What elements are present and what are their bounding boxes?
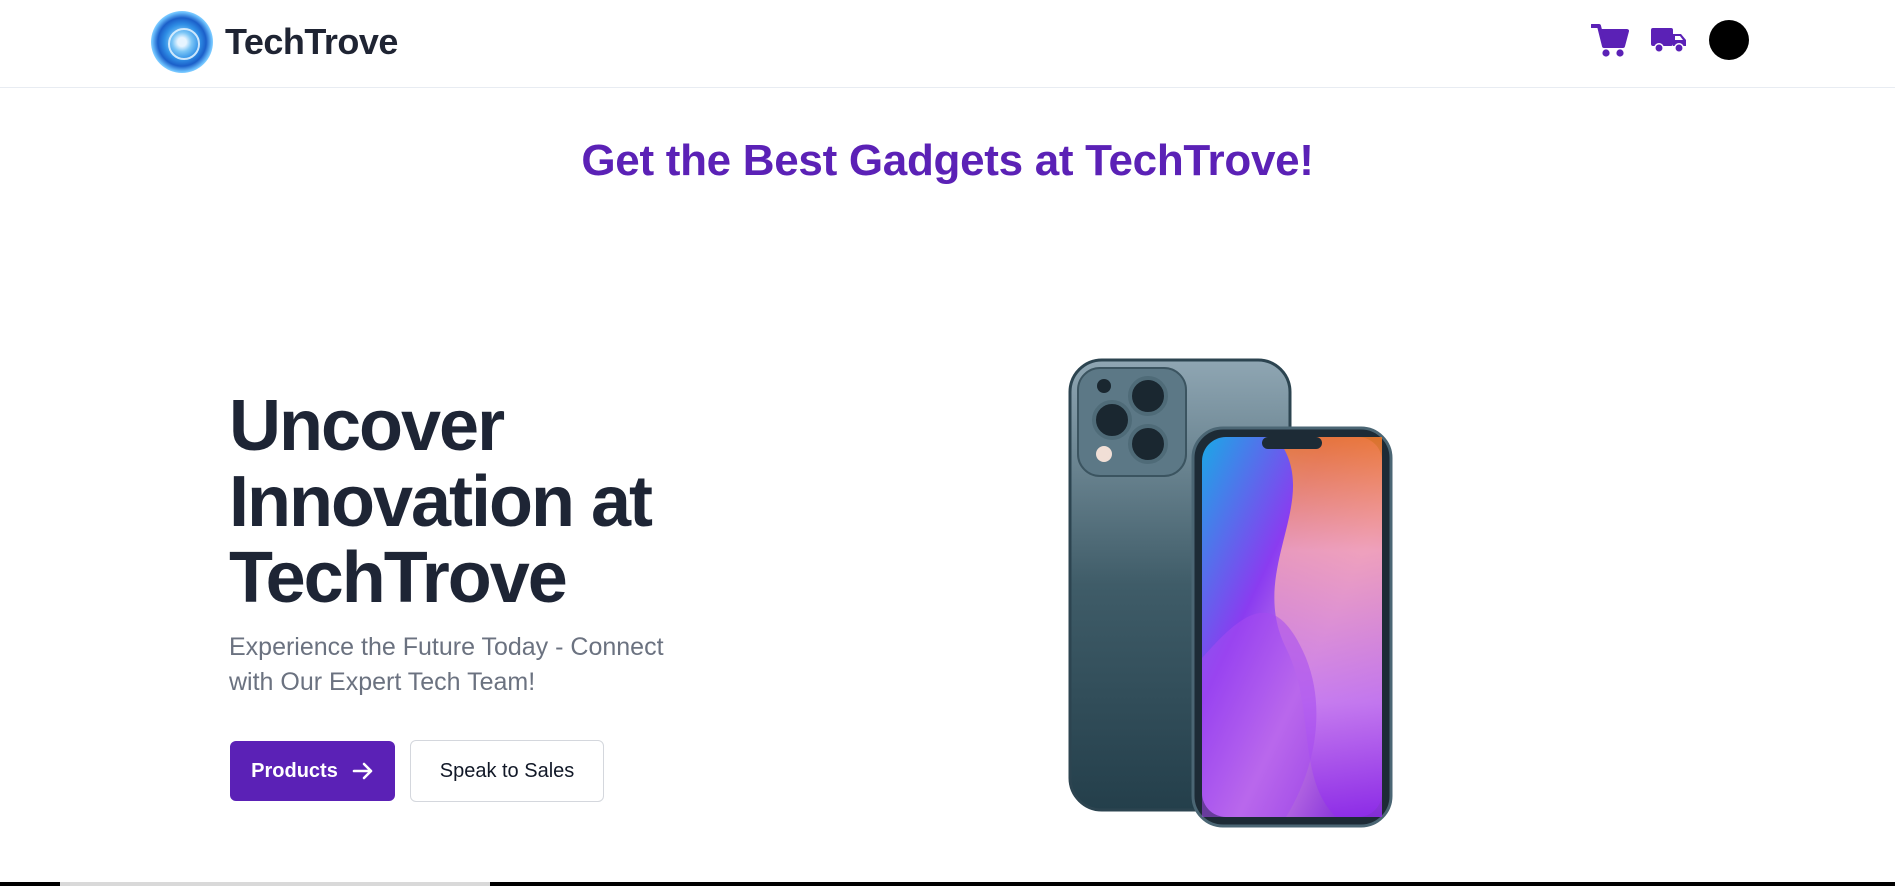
hero-subtitle-line: Experience the Future Today - Connect xyxy=(229,633,664,661)
cart-button[interactable] xyxy=(1591,22,1629,58)
logo-icon xyxy=(151,11,213,73)
products-button[interactable]: Products xyxy=(230,741,395,801)
brand[interactable]: TechTrove xyxy=(151,11,398,73)
hero-title-line: Uncover xyxy=(229,386,505,466)
camera-sensor xyxy=(1097,379,1111,393)
nav-icons xyxy=(1591,18,1749,62)
brand-name: TechTrove xyxy=(225,21,398,62)
camera-lens xyxy=(1128,376,1168,416)
scrollbar-thumb[interactable] xyxy=(60,882,490,886)
hero-title-line: Innovation at xyxy=(229,462,653,542)
hero-title: Uncover Innovation at TechTrove xyxy=(229,388,749,616)
products-button-label: Products xyxy=(251,759,338,782)
truck-icon xyxy=(1651,28,1686,53)
delivery-button[interactable] xyxy=(1651,26,1687,54)
page: TechTrove Get the Best Gadgets at TechTr… xyxy=(0,0,1895,886)
avatar[interactable] xyxy=(1709,20,1749,60)
camera-flash xyxy=(1096,446,1112,462)
notch xyxy=(1262,437,1322,449)
top-navbar: TechTrove xyxy=(0,0,1895,88)
hero-title-line: TechTrove xyxy=(229,538,568,618)
camera-lens xyxy=(1092,400,1132,440)
hero-subtitle: Experience the Future Today - Connect wi… xyxy=(229,630,729,700)
cart-icon xyxy=(1591,24,1629,57)
phone-illustration xyxy=(1068,358,1393,828)
hero-subtitle-line: with Our Expert Tech Team! xyxy=(229,668,536,696)
promo-banner: Get the Best Gadgets at TechTrove! xyxy=(581,136,1314,185)
speak-to-sales-label: Speak to Sales xyxy=(439,759,575,782)
speak-to-sales-button[interactable]: Speak to Sales xyxy=(410,740,604,802)
camera-lens xyxy=(1128,424,1168,464)
arrow-right-icon xyxy=(352,762,373,780)
